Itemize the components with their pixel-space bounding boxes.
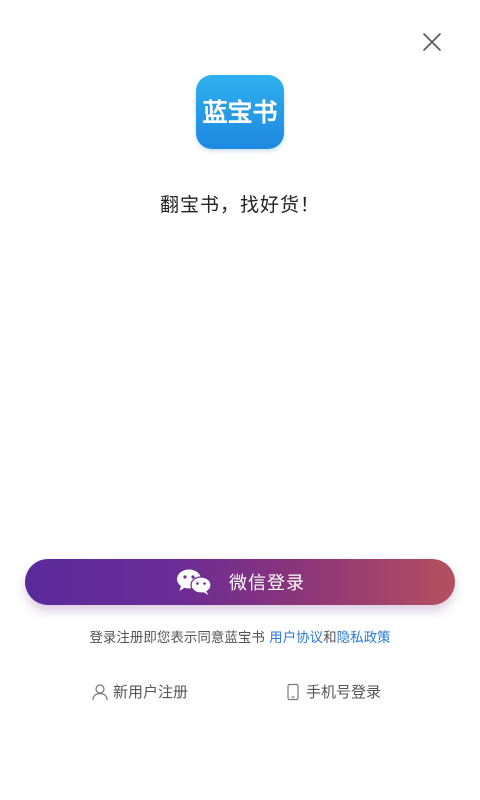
privacy-policy-link[interactable]: 隐私政策: [337, 630, 391, 646]
register-label: 新用户注册: [113, 683, 189, 701]
phone-icon: [287, 683, 299, 700]
close-icon: [423, 33, 441, 51]
app-logo: 蓝宝书: [196, 75, 284, 149]
close-button[interactable]: [418, 28, 446, 56]
phone-login-label: 手机号登录: [306, 683, 382, 701]
agreement-prefix: 登录注册即您表示同意蓝宝书: [89, 630, 270, 646]
app-logo-text: 蓝宝书: [202, 97, 278, 127]
user-icon: [92, 683, 108, 700]
wechat-login-button[interactable]: 微信登录: [25, 559, 455, 605]
agreement-conjunction: 和: [323, 630, 337, 646]
phone-login-link[interactable]: 手机号登录: [284, 681, 381, 702]
user-agreement-link[interactable]: 用户协议: [269, 630, 323, 646]
login-page: 蓝宝书 翻宝书，找好货！ 微信登录 登录注册即您表示同意蓝宝书 用户协议和隐私政…: [0, 0, 480, 800]
wechat-login-label: 微信登录: [229, 573, 305, 594]
agreement-text: 登录注册即您表示同意蓝宝书 用户协议和隐私政策: [0, 626, 480, 646]
slogan: 翻宝书，找好货！: [159, 194, 320, 216]
wechat-icon: [177, 569, 212, 595]
register-link[interactable]: 新用户注册: [91, 681, 188, 702]
